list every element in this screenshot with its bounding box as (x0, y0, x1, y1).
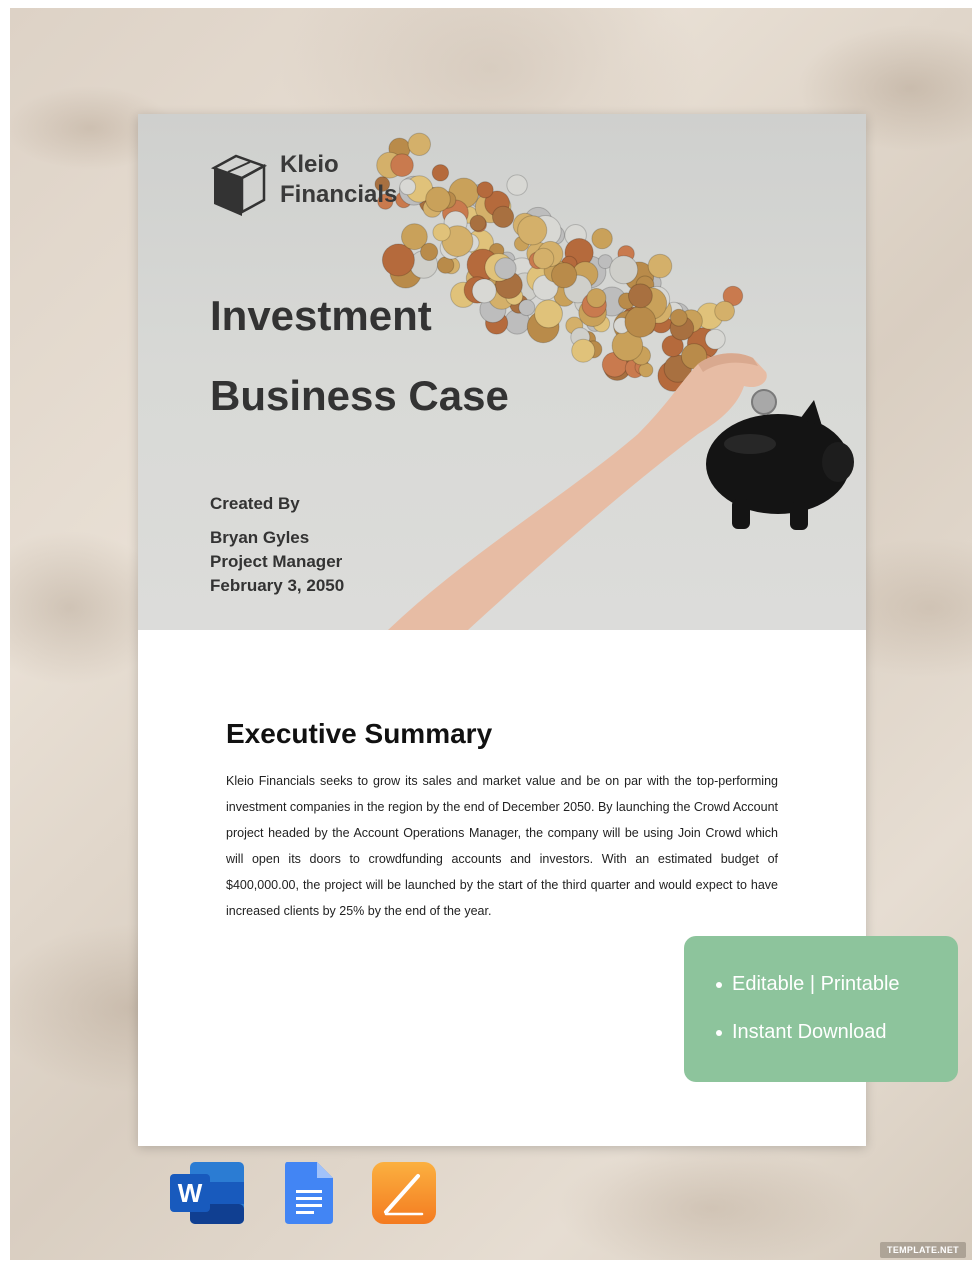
coin (431, 164, 450, 182)
cube-logo-icon (210, 154, 268, 216)
feature-instant-download: Instant Download (732, 1021, 887, 1043)
coin (647, 253, 673, 279)
coin (506, 174, 528, 196)
feature-editable-printable: Editable | Printable (732, 973, 900, 995)
site-watermark: TEMPLATE.NET (880, 1242, 966, 1258)
document-date: February 3, 2050 (210, 576, 345, 595)
author-role: Project Manager (210, 552, 343, 571)
coin (517, 215, 548, 246)
coin (628, 283, 653, 309)
coin (609, 255, 639, 285)
coin (476, 181, 494, 199)
feature-item: Editable | Printable (716, 973, 900, 996)
bullet-icon (716, 1029, 722, 1036)
coin (532, 247, 555, 270)
coin (591, 227, 613, 250)
coin (714, 300, 735, 322)
coin (407, 132, 431, 156)
title-line-2: Business Case (210, 372, 509, 419)
coin (492, 205, 515, 229)
created-by-label: Created By (210, 494, 300, 513)
coin (704, 328, 726, 350)
author-name: Bryan Gyles (210, 528, 310, 547)
coin (399, 178, 417, 196)
coin (571, 338, 596, 363)
coin (669, 308, 688, 327)
word-letter: W (178, 1178, 203, 1208)
feature-item: Instant Download (716, 1021, 887, 1044)
logo-line-1: Kleio (280, 151, 339, 178)
summary-heading: Executive Summary (226, 718, 493, 749)
summary-body: Kleio Financials seeks to grow its sales… (226, 774, 778, 918)
google-docs-icon[interactable] (283, 1160, 335, 1226)
features-badge: Editable | Printable Instant Download (684, 936, 958, 1082)
title-line-1: Investment (210, 292, 432, 339)
apple-pages-icon[interactable] (370, 1160, 438, 1226)
coin (432, 223, 451, 242)
executive-summary-section: Executive Summary Kleio Financials seeks… (226, 718, 778, 924)
coin (469, 214, 487, 232)
microsoft-word-icon[interactable]: W (168, 1160, 246, 1226)
bullet-icon (716, 981, 722, 988)
cover-section: Kleio Financials Investment Business Cas… (138, 114, 866, 630)
coin (551, 262, 578, 289)
logo-line-2: Financials (280, 181, 398, 208)
coin (425, 186, 451, 213)
coin (494, 257, 517, 280)
coin (420, 242, 439, 261)
company-logo: Kleio Financials (210, 150, 397, 220)
